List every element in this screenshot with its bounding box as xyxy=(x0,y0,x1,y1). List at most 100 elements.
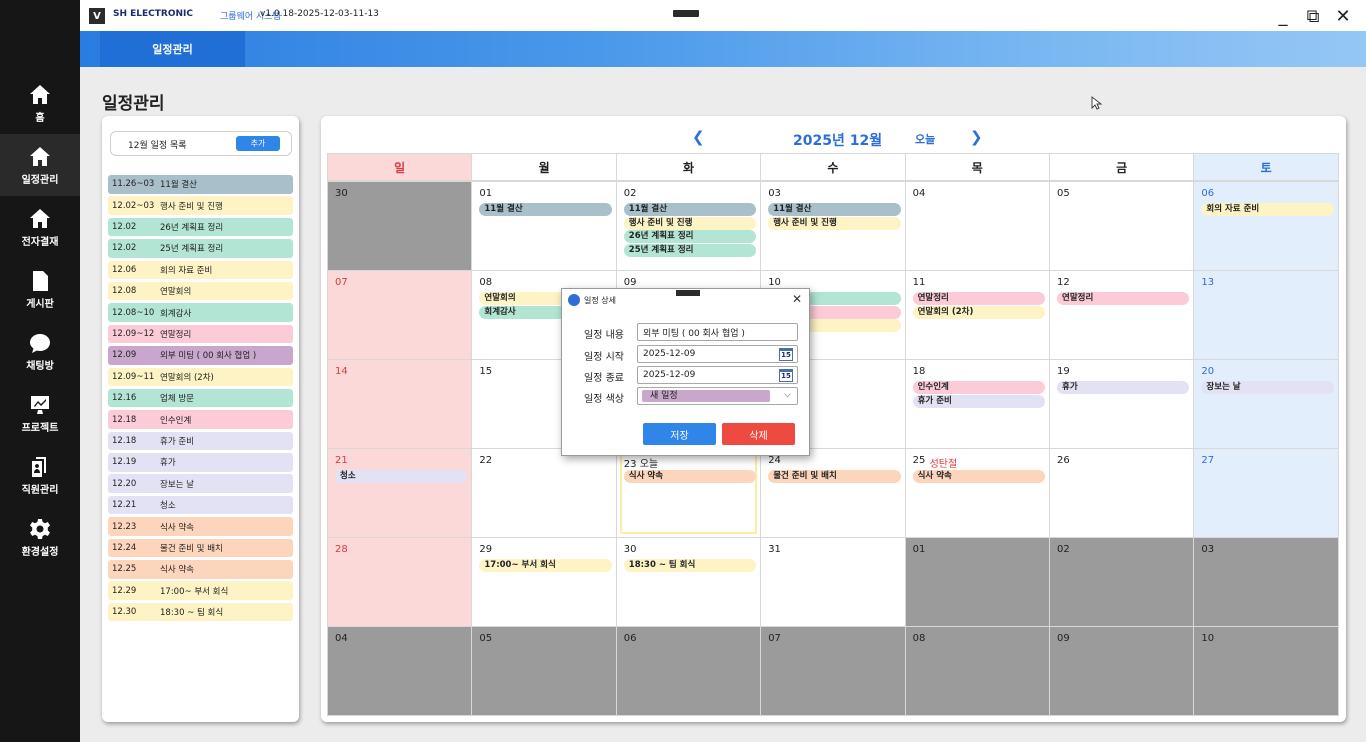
calendar-event[interactable]: 식사 약속 xyxy=(912,470,1045,483)
add-schedule-button[interactable]: 추가 xyxy=(236,136,280,151)
list-item[interactable]: 12.08 연말회의 xyxy=(108,281,293,301)
list-item[interactable]: 12.06 회의 자료 준비 xyxy=(108,260,293,280)
calendar-day-cell[interactable]: 02 11월 결산 행사 준비 및 진행 26년 계획표 정리 25년 계획표 정리 xyxy=(615,181,762,271)
sidebar-item-project[interactable]: 프로젝트 xyxy=(0,382,80,444)
list-item[interactable]: 12.02 26년 계획표 정리 xyxy=(108,217,293,237)
calendar-event[interactable]: 휴가 xyxy=(1057,381,1190,394)
list-item[interactable]: 12.09~12 연말정리 xyxy=(108,324,293,344)
sidebar-item-home[interactable]: 홈 xyxy=(0,72,80,134)
calendar-event[interactable]: 26년 계획표 정리 xyxy=(623,230,757,243)
prev-month-button[interactable]: ❮ xyxy=(692,128,705,146)
calendar-day-cell[interactable]: 27 xyxy=(1193,448,1339,538)
list-item[interactable]: 12.16 업체 방문 xyxy=(108,388,293,408)
calendar-day-cell[interactable]: 05 xyxy=(1049,181,1195,271)
calendar-event[interactable]: 회의 자료 준비 xyxy=(1201,203,1334,216)
calendar-event[interactable]: 장보는 날 xyxy=(1201,381,1334,394)
restore-button[interactable]: ⧉ xyxy=(1300,5,1326,27)
calendar-day-cell[interactable]: 08 xyxy=(904,626,1050,716)
calendar-day-cell[interactable]: 29 17:00~ 부서 회식 xyxy=(471,537,617,627)
calendar-day-cell[interactable]: 23 오늘 식사 약속 xyxy=(615,448,762,538)
tab-schedule[interactable]: 일정관리 xyxy=(100,31,245,67)
calendar-day-cell[interactable]: 02 xyxy=(1049,537,1195,627)
close-button[interactable]: ✕ xyxy=(1330,5,1356,27)
calendar-event[interactable]: 행사 준비 및 진행 xyxy=(768,216,901,230)
save-button[interactable]: 저장 xyxy=(643,423,716,445)
next-month-button[interactable]: ❯ xyxy=(970,128,983,146)
end-date-input[interactable]: 2025-12-09 15 xyxy=(637,366,798,384)
calendar-icon[interactable]: 15 xyxy=(779,348,793,361)
list-item[interactable]: 12.09 외부 미팅 ( 00 회사 협업 ) xyxy=(108,346,293,365)
list-item[interactable]: 12.19 휴가 xyxy=(108,453,293,472)
minimize-button[interactable]: _ xyxy=(1270,5,1296,27)
list-item[interactable]: 12.18 인수인계 xyxy=(108,410,293,429)
list-item[interactable]: 12.30 18:30 ~ 팀 회식 xyxy=(108,602,293,622)
calendar-event[interactable]: 물건 준비 및 배치 xyxy=(768,470,901,483)
sidebar-item-approval[interactable]: 전자결재 xyxy=(0,196,80,258)
calendar-day-cell[interactable]: 07 xyxy=(327,270,473,360)
sidebar-item-schedule[interactable]: 일정관리 xyxy=(0,134,80,196)
list-item[interactable]: 12.09~11 연말회의 (2차) xyxy=(108,367,293,387)
list-item[interactable]: 12.25 식사 약속 xyxy=(108,560,293,579)
sidebar-item-chat[interactable]: 채팅방 xyxy=(0,320,80,382)
calendar-day-cell[interactable]: 22 xyxy=(471,448,617,538)
color-select[interactable]: 새 일정 ⌵ xyxy=(637,387,798,405)
calendar-event[interactable]: 연말회의 (2차) xyxy=(912,305,1045,319)
calendar-day-cell[interactable]: 26 xyxy=(1049,448,1195,538)
calendar-day-cell[interactable]: 12 연말정리 xyxy=(1049,270,1195,360)
drag-handle[interactable] xyxy=(673,10,699,17)
delete-button[interactable]: 삭제 xyxy=(722,423,795,445)
calendar-day-cell[interactable]: 03 xyxy=(1193,537,1339,627)
calendar-day-cell[interactable]: 30 18:30 ~ 팀 회식 xyxy=(615,537,762,627)
calendar-event[interactable]: 청소 xyxy=(335,470,468,483)
calendar-day-cell[interactable]: 24 물건 준비 및 배치 xyxy=(760,448,906,538)
calendar-day-cell[interactable]: 01 xyxy=(904,537,1050,627)
calendar-day-cell[interactable]: 09 xyxy=(1049,626,1195,716)
calendar-event[interactable]: 11월 결산 xyxy=(768,203,901,216)
drag-handle[interactable] xyxy=(676,290,700,296)
calendar-event[interactable]: 11월 결산 xyxy=(479,203,612,216)
calendar-day-cell[interactable]: 14 xyxy=(327,359,473,449)
calendar-event[interactable]: 식사 약속 xyxy=(623,470,757,483)
calendar-day-cell[interactable]: 05 xyxy=(471,626,617,716)
calendar-event[interactable]: 인수인계 xyxy=(912,381,1045,394)
calendar-day-cell[interactable]: 31 xyxy=(760,537,906,627)
calendar-day-cell[interactable]: 30 xyxy=(327,181,473,271)
calendar-event[interactable]: 연말정리 xyxy=(912,292,1045,305)
calendar-event[interactable]: 연말정리 xyxy=(1057,292,1190,305)
list-item[interactable]: 12.08~10 회계감사 xyxy=(108,303,293,322)
list-item[interactable]: 11.26~03 11월 결산 xyxy=(108,175,293,194)
calendar-event[interactable]: 행사 준비 및 진행 xyxy=(623,216,757,230)
list-item[interactable]: 12.24 물건 준비 및 배치 xyxy=(108,538,293,558)
calendar-event[interactable]: 18:30 ~ 팀 회식 xyxy=(623,559,757,572)
calendar-day-cell[interactable]: 06 xyxy=(615,626,762,716)
calendar-day-cell[interactable]: 10 xyxy=(1193,626,1339,716)
calendar-event[interactable]: 17:00~ 부서 회식 xyxy=(479,559,612,572)
calendar-day-cell[interactable]: 07 xyxy=(760,626,906,716)
list-item[interactable]: 12.21 청소 xyxy=(108,495,293,515)
calendar-event[interactable]: 휴가 준비 xyxy=(912,394,1045,408)
list-item[interactable]: 12.18 휴가 준비 xyxy=(108,431,293,451)
list-item[interactable]: 12.02~03 행사 준비 및 진행 xyxy=(108,196,293,215)
calendar-day-cell[interactable]: 21 청소 xyxy=(327,448,473,538)
calendar-day-cell[interactable]: 01 11월 결산 xyxy=(471,181,617,271)
calendar-day-cell[interactable]: 28 xyxy=(327,537,473,627)
calendar-day-cell[interactable]: 19 휴가 xyxy=(1049,359,1195,449)
list-item[interactable]: 12.29 17:00~ 부서 회식 xyxy=(108,581,293,600)
content-input[interactable]: 외부 미팅 ( 00 회사 협업 ) xyxy=(637,323,798,341)
calendar-day-cell[interactable]: 11 연말정리 연말회의 (2차) xyxy=(904,270,1050,360)
sidebar-item-board[interactable]: 게시판 xyxy=(0,258,80,320)
list-item[interactable]: 12.02 25년 계획표 정리 xyxy=(108,239,293,258)
sidebar-item-staff[interactable]: 직원관리 xyxy=(0,444,80,506)
calendar-day-cell[interactable]: 04 xyxy=(327,626,473,716)
dialog-close-button[interactable]: ✕ xyxy=(792,292,802,306)
sidebar-item-settings[interactable]: 환경설정 xyxy=(0,506,80,568)
start-date-input[interactable]: 2025-12-09 15 xyxy=(637,345,798,363)
calendar-event[interactable]: 11월 결산 xyxy=(623,203,757,216)
calendar-day-cell[interactable]: 18 인수인계 휴가 준비 xyxy=(904,359,1050,449)
today-button[interactable]: 오늘 xyxy=(915,131,935,147)
calendar-day-cell[interactable]: 04 xyxy=(904,181,1050,271)
calendar-day-cell[interactable]: 13 xyxy=(1193,270,1339,360)
calendar-day-cell[interactable]: 06 회의 자료 준비 xyxy=(1193,181,1339,271)
calendar-icon[interactable]: 15 xyxy=(779,369,793,382)
calendar-day-cell[interactable]: 20 장보는 날 xyxy=(1193,359,1339,449)
